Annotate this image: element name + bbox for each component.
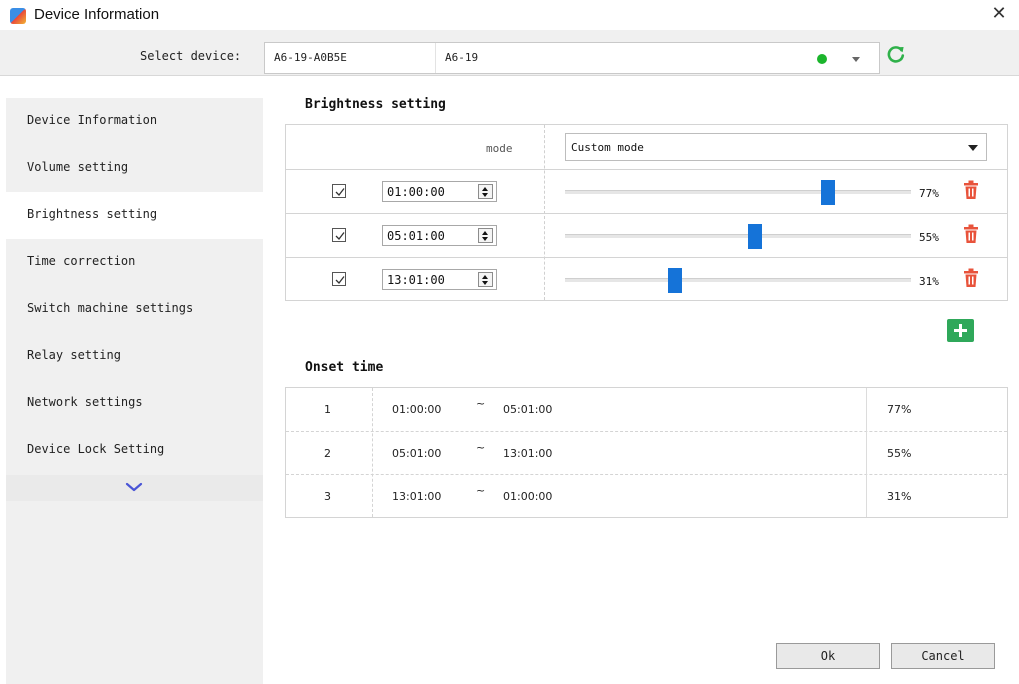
time-spinner[interactable]: [478, 184, 493, 199]
sidebar-item-switch-machine-settings[interactable]: Switch machine settings: [6, 286, 263, 333]
row-divider: [286, 257, 1007, 258]
onset-end: 05:01:00: [503, 403, 553, 416]
onset-table: 1 01:00:00 ~ 05:01:00 77% 2 05:01:00 ~ 1…: [285, 387, 1008, 518]
sidebar-scroll-more[interactable]: [6, 475, 263, 501]
row-divider: [286, 213, 1007, 214]
mode-value: Custom mode: [571, 141, 644, 154]
row-divider: [286, 169, 1007, 170]
mode-select[interactable]: Custom mode: [565, 133, 987, 161]
sidebar-item-relay-setting[interactable]: Relay setting: [6, 333, 263, 380]
device-name: A6-19: [445, 51, 479, 64]
onset-column-divider: [372, 388, 373, 517]
chevron-down-icon[interactable]: [852, 57, 860, 62]
onset-index: 3: [324, 490, 331, 503]
chevron-down-icon[interactable]: [125, 482, 143, 492]
sidebar-item-label: Network settings: [27, 395, 143, 409]
window-title: Device Information: [34, 6, 160, 23]
refresh-icon[interactable]: [886, 44, 906, 64]
onset-separator: ~: [476, 484, 486, 497]
checkmark-icon: [335, 188, 345, 196]
time-value: 05:01:00: [387, 229, 445, 243]
sidebar-item-device-information[interactable]: Device Information: [6, 98, 263, 145]
cancel-button[interactable]: Cancel: [891, 643, 995, 669]
brightness-section-title: Brightness setting: [305, 97, 446, 112]
checkmark-icon: [335, 276, 345, 284]
onset-index: 2: [324, 447, 331, 460]
table-row: 1 01:00:00 ~ 05:01:00 77%: [286, 388, 1007, 431]
sidebar-item-label: Device Lock Setting: [27, 442, 165, 456]
onset-start: 13:01:00: [392, 490, 442, 503]
ok-button[interactable]: Ok: [776, 643, 880, 669]
table-row: 2 05:01:00 ~ 13:01:00 55%: [286, 431, 1007, 474]
slider-thumb[interactable]: [668, 268, 682, 293]
onset-section-title: Onset time: [305, 360, 384, 375]
online-status-icon: [817, 54, 827, 64]
sidebar-item-label: Device Information: [27, 113, 158, 127]
sidebar-item-network-settings[interactable]: Network settings: [6, 380, 263, 427]
onset-percent: 55%: [887, 447, 912, 460]
title-bar: Device Information ✕: [0, 0, 1019, 30]
close-icon[interactable]: ✕: [987, 2, 1011, 26]
sidebar-item-label: Brightness setting: [27, 207, 158, 221]
onset-separator: ~: [476, 441, 486, 454]
onset-column-divider: [866, 388, 867, 517]
delete-icon[interactable]: [962, 268, 980, 288]
row-checkbox[interactable]: [332, 184, 346, 198]
onset-index: 1: [324, 403, 331, 416]
sidebar-item-label: Switch machine settings: [27, 301, 194, 315]
row-checkbox[interactable]: [332, 272, 346, 286]
row-checkbox[interactable]: [332, 228, 346, 242]
device-select[interactable]: A6-19-A0B5E A6-19: [264, 42, 880, 74]
checkmark-icon: [335, 232, 345, 240]
time-spinner[interactable]: [478, 272, 493, 287]
time-input[interactable]: 01:00:00: [382, 181, 497, 202]
add-time-button[interactable]: [947, 319, 974, 342]
onset-percent: 31%: [887, 490, 912, 503]
brightness-slider[interactable]: [565, 224, 911, 249]
onset-start: 01:00:00: [392, 403, 442, 416]
device-bar: Select device: A6-19-A0B5E A6-19: [0, 30, 1019, 76]
brightness-slider[interactable]: [565, 268, 911, 293]
onset-separator: ~: [476, 397, 486, 410]
onset-end: 13:01:00: [503, 447, 553, 460]
time-spinner[interactable]: [478, 228, 493, 243]
device-id: A6-19-A0B5E: [274, 51, 347, 64]
sidebar-item-brightness-setting[interactable]: Brightness setting: [6, 192, 263, 239]
sidebar-item-device-lock-setting[interactable]: Device Lock Setting: [6, 427, 263, 474]
time-value: 13:01:00: [387, 273, 445, 287]
brightness-percent: 55%: [919, 231, 939, 244]
brightness-percent: 31%: [919, 275, 939, 288]
sidebar-item-label: Volume setting: [27, 160, 129, 174]
sidebar: Device Information Volume setting Bright…: [6, 98, 263, 684]
table-row: 3 13:01:00 ~ 01:00:00 31%: [286, 474, 1007, 517]
device-select-divider: [435, 43, 436, 73]
time-input[interactable]: 05:01:00: [382, 225, 497, 246]
slider-thumb[interactable]: [748, 224, 762, 249]
onset-percent: 77%: [887, 403, 912, 416]
slider-thumb[interactable]: [821, 180, 835, 205]
onset-end: 01:00:00: [503, 490, 553, 503]
sidebar-item-time-correction[interactable]: Time correction: [6, 239, 263, 286]
brightness-percent: 77%: [919, 187, 939, 200]
brightness-slider[interactable]: [565, 180, 911, 205]
time-value: 01:00:00: [387, 185, 445, 199]
sidebar-item-label: Relay setting: [27, 348, 121, 362]
mode-label: mode: [486, 142, 513, 155]
sidebar-item-label: Time correction: [27, 254, 136, 268]
sidebar-item-volume-setting[interactable]: Volume setting: [6, 145, 263, 192]
delete-icon[interactable]: [962, 224, 980, 244]
brightness-table: mode Custom mode 01:00:00 77% 05:01:00 5…: [285, 124, 1008, 301]
chevron-down-icon[interactable]: [968, 145, 978, 151]
time-input[interactable]: 13:01:00: [382, 269, 497, 290]
app-icon: [10, 8, 26, 24]
onset-start: 05:01:00: [392, 447, 442, 460]
delete-icon[interactable]: [962, 180, 980, 200]
select-device-label: Select device:: [140, 49, 242, 63]
